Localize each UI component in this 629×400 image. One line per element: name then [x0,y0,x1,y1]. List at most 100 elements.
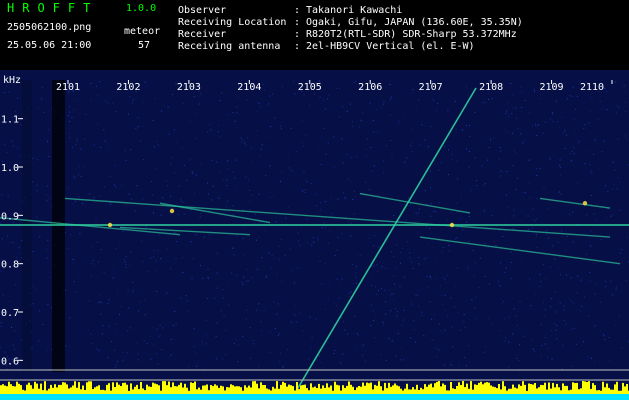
noise-pixel [364,360,366,362]
noise-pixel [250,358,252,359]
noise-pixel [382,321,384,323]
noise-pixel [337,237,339,238]
noise-pixel [132,291,134,293]
noise-pixel [336,278,338,280]
amplitude-bar [286,386,288,394]
noise-pixel [143,159,145,161]
noise-pixel [593,153,594,155]
noise-pixel [370,147,372,149]
noise-pixel [591,357,592,359]
noise-pixel [440,330,442,332]
amplitude-bar [382,390,384,394]
amplitude-bar [472,389,474,394]
amplitude-bar [184,383,186,394]
noise-pixel [139,301,141,303]
noise-pixel [91,262,93,264]
noise-pixel [327,341,329,343]
noise-pixel [432,99,434,101]
amplitude-bar [470,381,472,394]
noise-pixel [1,238,3,240]
noise-pixel [67,247,69,249]
noise-pixel [69,106,70,108]
noise-pixel [579,140,581,142]
amplitude-bar [492,386,494,394]
noise-pixel [38,340,40,342]
noise-pixel [347,178,349,180]
noise-pixel [234,343,235,345]
amplitude-bar [474,384,476,394]
noise-pixel [273,258,275,259]
noise-pixel [221,92,223,94]
noise-pixel [457,218,459,220]
amplitude-bar [252,381,254,394]
noise-pixel [569,95,571,97]
noise-pixel [321,227,323,229]
noise-pixel [182,202,184,204]
amplitude-bar [34,381,36,394]
noise-pixel [507,115,509,117]
noise-pixel [137,126,139,128]
amplitude-bar [520,385,522,394]
amplitude-bar [406,383,408,394]
noise-pixel [264,230,266,231]
noise-pixel [271,255,273,256]
noise-pixel [611,188,613,190]
amplitude-bar [454,389,456,394]
noise-pixel [436,356,437,358]
noise-pixel [99,294,101,296]
noise-pixel [529,197,531,199]
noise-pixel [556,325,558,327]
noise-pixel [161,110,162,112]
noise-pixel [209,234,211,236]
noise-pixel [73,261,75,263]
noise-pixel [160,257,162,259]
amplitude-bar [606,383,608,394]
amplitude-bar [576,382,578,394]
noise-pixel [617,138,619,140]
noise-pixel [206,131,208,133]
noise-pixel [612,214,614,216]
noise-pixel [580,310,582,312]
noise-pixel [67,115,69,117]
amplitude-bar [266,388,268,394]
noise-pixel [543,188,545,190]
noise-pixel [406,241,408,243]
noise-pixel [76,138,78,140]
noise-pixel [241,281,243,283]
noise-pixel [437,102,438,104]
noise-pixel [16,257,18,259]
noise-pixel [310,346,312,348]
amplitude-bar [440,386,442,394]
noise-pixel [584,124,586,125]
noise-pixel [85,113,87,115]
amplitude-bar [166,385,168,394]
noise-pixel [205,334,207,336]
noise-pixel [73,109,75,111]
app-version: 1.0.0 [126,3,157,14]
noise-pixel [482,102,484,104]
noise-pixel [36,184,38,186]
amplitude-bar [254,381,256,394]
noise-pixel [562,132,564,134]
noise-pixel [555,100,557,102]
noise-pixel [103,129,105,131]
noise-pixel [535,218,537,220]
noise-pixel [255,309,257,311]
amplitude-bar [568,390,570,394]
noise-pixel [80,148,82,150]
amplitude-bar [560,390,562,394]
noise-pixel [521,261,523,263]
noise-pixel [240,141,242,143]
noise-pixel [518,127,519,129]
noise-pixel [571,328,572,330]
noise-pixel [333,301,335,303]
noise-pixel [547,348,549,349]
amplitude-bar [10,384,12,394]
noise-pixel [107,302,109,304]
noise-pixel [48,198,50,199]
noise-pixel [236,106,238,108]
noise-pixel [500,170,502,172]
noise-pixel [173,231,175,233]
noise-pixel [551,358,553,360]
noise-pixel [305,189,307,191]
